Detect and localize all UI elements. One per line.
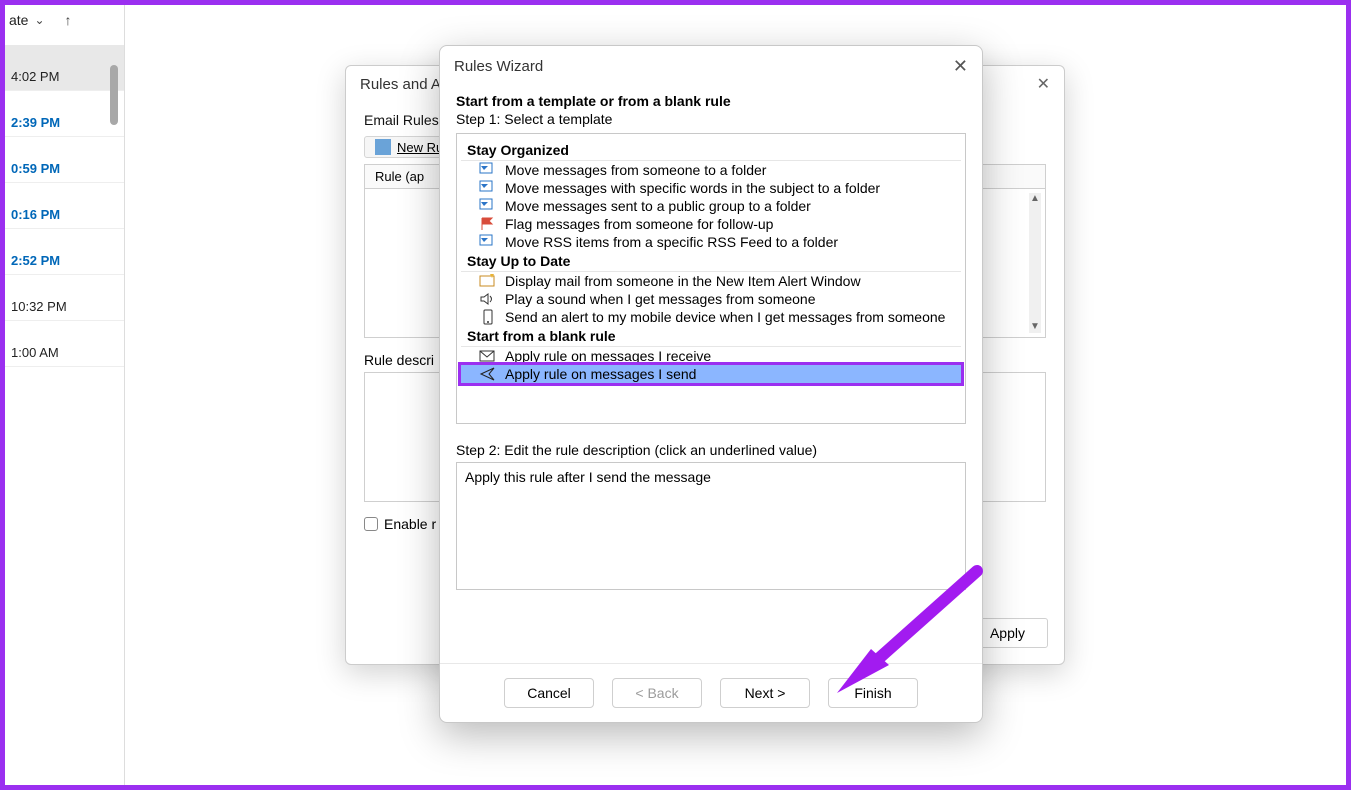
template-label: Apply rule on messages I receive [505, 348, 711, 364]
dialog-title: Rules and Al [360, 76, 444, 93]
new-rule-label: New Ru [397, 140, 443, 155]
wizard-button-row: Cancel < Back Next > Finish [440, 663, 982, 708]
dialog-title: Rules Wizard [454, 58, 543, 75]
sort-header[interactable]: ate ⌄ ↑ [5, 5, 124, 35]
template-label: Move messages with specific words in the… [505, 180, 880, 196]
message-time: 1:00 AM [11, 345, 59, 360]
move-to-folder-icon [479, 180, 497, 196]
template-label: Move RSS items from a specific RSS Feed … [505, 234, 838, 250]
message-list-pane: ate ⌄ ↑ 4:02 PM 2:39 PM 0:59 PM 0:16 PM … [5, 5, 125, 785]
template-new-item-alert[interactable]: Display mail from someone in the New Ite… [461, 272, 961, 290]
new-rule-icon [375, 139, 391, 155]
template-move-from-someone[interactable]: Move messages from someone to a folder [461, 161, 961, 179]
template-label: Play a sound when I get messages from so… [505, 291, 816, 307]
template-label: Move messages sent to a public group to … [505, 198, 811, 214]
template-label: Apply rule on messages I send [505, 366, 696, 382]
message-time: 10:32 PM [11, 299, 67, 314]
dialog-titlebar: Rules Wizard ✕ [440, 46, 982, 87]
list-item[interactable]: 0:16 PM [5, 183, 124, 229]
template-label: Move messages from someone to a folder [505, 162, 766, 178]
enable-rules-label: Enable r [384, 516, 436, 532]
template-mobile-alert[interactable]: Send an alert to my mobile device when I… [461, 308, 961, 326]
scroll-up-icon[interactable]: ▲ [1029, 193, 1041, 205]
sound-icon [479, 291, 497, 307]
list-item[interactable]: 10:32 PM [5, 275, 124, 321]
scrollbar-track[interactable] [110, 65, 120, 785]
alert-window-icon [479, 273, 497, 289]
template-move-words-subject[interactable]: Move messages with specific words in the… [461, 179, 961, 197]
group-stay-up-to-date: Stay Up to Date [461, 251, 961, 272]
move-to-folder-icon [479, 162, 497, 178]
back-button[interactable]: < Back [612, 678, 702, 708]
rule-description-text: Apply this rule after I send the message [465, 469, 711, 485]
mobile-icon [479, 309, 497, 325]
list-item[interactable]: 4:02 PM [5, 45, 124, 91]
message-time: 2:52 PM [11, 253, 60, 268]
list-item[interactable]: 0:59 PM [5, 137, 124, 183]
template-apply-on-send[interactable]: Apply rule on messages I send [461, 365, 961, 383]
next-button[interactable]: Next > [720, 678, 810, 708]
sort-ascending-icon[interactable]: ↑ [65, 12, 72, 28]
template-label: Send an alert to my mobile device when I… [505, 309, 945, 325]
list-item[interactable]: 1:00 AM [5, 321, 124, 367]
cancel-button[interactable]: Cancel [504, 678, 594, 708]
finish-button[interactable]: Finish [828, 678, 918, 708]
step1-heading: Start from a template or from a blank ru… [456, 93, 966, 109]
message-time: 2:39 PM [11, 115, 60, 130]
group-stay-organized: Stay Organized [461, 140, 961, 161]
move-to-folder-icon [479, 198, 497, 214]
list-item[interactable]: 2:39 PM [5, 91, 124, 137]
list-item[interactable]: 2:52 PM [5, 229, 124, 275]
message-list: 4:02 PM 2:39 PM 0:59 PM 0:16 PM 2:52 PM … [5, 35, 124, 367]
rules-wizard-dialog: Rules Wizard ✕ Start from a template or … [439, 45, 983, 723]
template-move-public-group[interactable]: Move messages sent to a public group to … [461, 197, 961, 215]
envelope-icon [479, 348, 497, 364]
close-icon[interactable]: ✕ [1037, 74, 1050, 94]
flag-icon [479, 216, 497, 232]
listbox-scrollbar[interactable]: ▲ ▼ [1029, 193, 1041, 333]
sort-label: ate [9, 12, 28, 28]
template-move-rss[interactable]: Move RSS items from a specific RSS Feed … [461, 233, 961, 251]
step1-subheading: Step 1: Select a template [456, 111, 966, 127]
template-flag-followup[interactable]: Flag messages from someone for follow-up [461, 215, 961, 233]
scroll-down-icon[interactable]: ▼ [1029, 321, 1041, 333]
step2-heading: Step 2: Edit the rule description (click… [456, 442, 966, 458]
rule-description-editor[interactable]: Apply this rule after I send the message [456, 462, 966, 590]
template-label: Display mail from someone in the New Ite… [505, 273, 861, 289]
template-label: Flag messages from someone for follow-up [505, 216, 773, 232]
message-time: 0:16 PM [11, 207, 60, 222]
checkbox-icon[interactable] [364, 517, 378, 531]
group-blank-rule: Start from a blank rule [461, 326, 961, 347]
message-time: 0:59 PM [11, 161, 60, 176]
template-listbox[interactable]: Stay Organized Move messages from someon… [456, 133, 966, 424]
move-to-folder-icon [479, 234, 497, 250]
template-play-sound[interactable]: Play a sound when I get messages from so… [461, 290, 961, 308]
scrollbar-thumb[interactable] [110, 65, 118, 125]
message-time: 4:02 PM [11, 69, 59, 84]
close-icon[interactable]: ✕ [953, 56, 968, 77]
template-apply-on-receive[interactable]: Apply rule on messages I receive [461, 347, 961, 365]
send-icon [479, 366, 497, 382]
chevron-down-icon[interactable]: ⌄ [34, 13, 44, 27]
